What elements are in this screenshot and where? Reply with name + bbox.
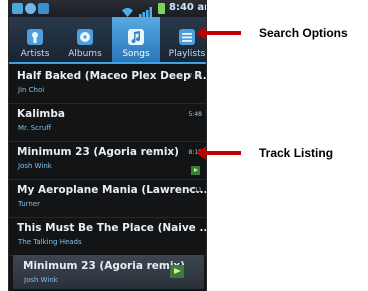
song-artist: Turner bbox=[18, 200, 41, 208]
wifi-icon bbox=[121, 3, 134, 17]
library-tab-bar: Artists Albums Songs Playlists bbox=[9, 17, 206, 64]
tab-artists[interactable]: Artists bbox=[11, 17, 59, 62]
tab-playlists-label: Playlists bbox=[168, 49, 206, 59]
song-duration: 5:48 bbox=[188, 111, 202, 118]
song-list-item[interactable]: My Aeroplane Mania (Lawrenc... Turner 4:… bbox=[9, 180, 206, 218]
playing-icon bbox=[191, 166, 200, 175]
search-options-arrow bbox=[196, 26, 241, 40]
tab-songs[interactable]: Songs bbox=[112, 17, 160, 62]
notification-icon bbox=[38, 3, 49, 14]
now-playing-artist: Josh Wink bbox=[24, 276, 58, 284]
song-title: My Aeroplane Mania (Lawrenc... bbox=[17, 184, 207, 196]
song-list-item[interactable]: Kalimba Mr. Scruff 5:48 bbox=[9, 104, 206, 142]
notification-icon bbox=[12, 3, 23, 14]
album-icon bbox=[76, 28, 94, 46]
track-listing-arrow bbox=[196, 146, 241, 160]
status-time: 8:40 am bbox=[169, 2, 206, 13]
song-duration: 7:35 bbox=[188, 73, 202, 80]
song-artist: Mr. Scruff bbox=[18, 124, 52, 132]
tab-songs-label: Songs bbox=[122, 49, 150, 59]
now-playing-title: Minimum 23 (Agoria remix) bbox=[23, 260, 185, 272]
signal-icon bbox=[139, 3, 152, 18]
song-title: Half Baked (Maceo Plex Deep R... bbox=[17, 70, 207, 82]
tab-artists-label: Artists bbox=[20, 49, 50, 59]
song-artist: Josh Wink bbox=[18, 162, 52, 170]
song-list-item[interactable]: This Must Be The Place (Naive ... The Ta… bbox=[9, 218, 206, 256]
music-note-icon bbox=[127, 28, 145, 46]
artist-icon bbox=[26, 28, 44, 46]
song-artist: Jin Choi bbox=[18, 86, 45, 94]
playlist-icon bbox=[178, 28, 196, 46]
notification-icon bbox=[25, 3, 36, 14]
song-artist: The Talking Heads bbox=[18, 238, 82, 246]
tab-albums-label: Albums bbox=[68, 49, 102, 59]
song-title: Minimum 23 (Agoria remix) bbox=[17, 146, 179, 158]
phone-screen: 8:40 am Artists Albums Songs Playlists bbox=[8, 0, 207, 291]
song-list-item[interactable]: Half Baked (Maceo Plex Deep R... Jin Cho… bbox=[9, 66, 206, 104]
song-list-item[interactable]: Minimum 23 (Agoria remix) Josh Wink 8:19 bbox=[9, 142, 206, 180]
now-playing-bar[interactable]: Minimum 23 (Agoria remix) Josh Wink bbox=[13, 255, 204, 289]
song-title: Kalimba bbox=[17, 108, 65, 120]
search-options-callout: Search Options bbox=[259, 26, 348, 40]
battery-icon bbox=[158, 3, 165, 14]
track-listing-callout: Track Listing bbox=[259, 146, 334, 160]
song-duration: 4:11 bbox=[188, 187, 202, 194]
play-icon[interactable] bbox=[170, 265, 184, 278]
song-title: This Must Be The Place (Naive ... bbox=[17, 222, 207, 234]
tab-albums[interactable]: Albums bbox=[61, 17, 109, 62]
status-bar: 8:40 am bbox=[9, 0, 206, 18]
